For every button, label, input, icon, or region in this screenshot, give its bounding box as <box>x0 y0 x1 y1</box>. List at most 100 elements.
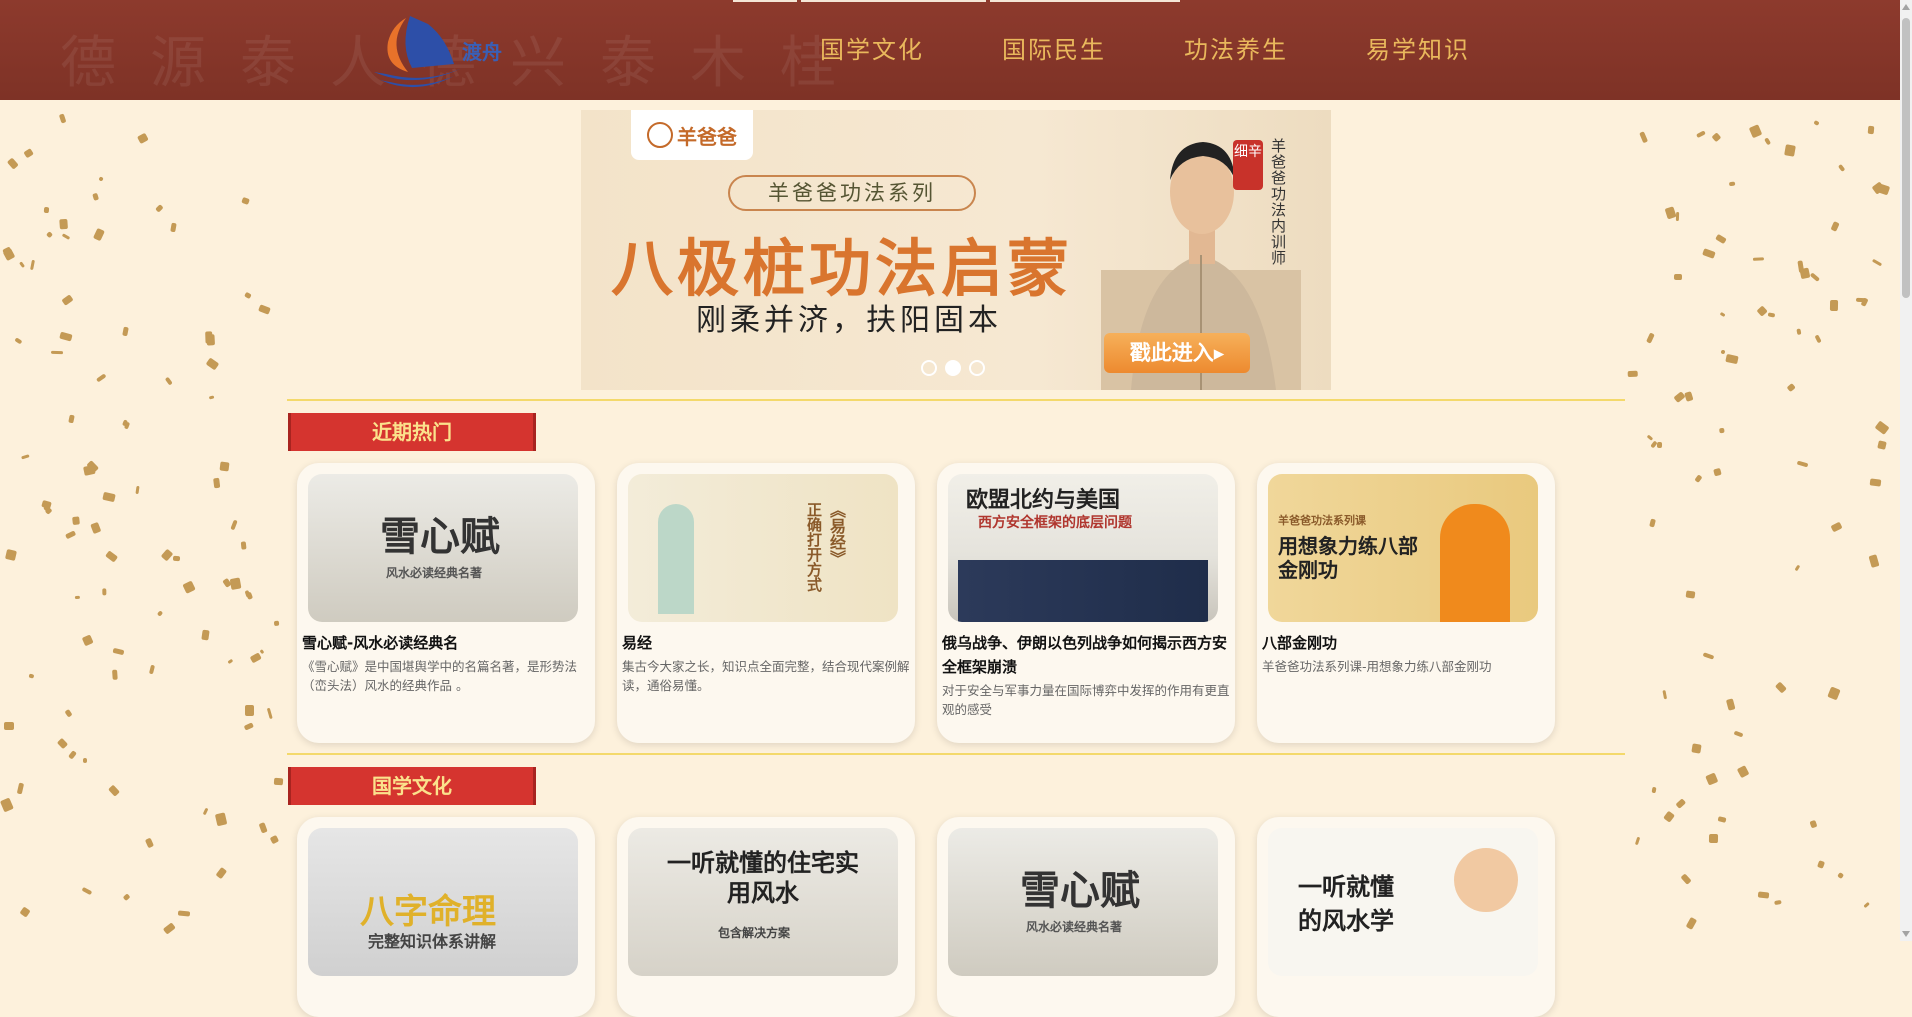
speck <box>104 550 118 563</box>
course-card[interactable]: 雪心赋 风水必读经典名著 雪心赋-风水必读经典名 《雪心赋》是中国堪舆学中的名篇… <box>297 463 595 743</box>
speck <box>64 708 73 718</box>
speck <box>1725 353 1739 364</box>
speck <box>19 906 31 918</box>
speck <box>1645 332 1655 344</box>
speck <box>229 577 242 591</box>
carousel-dot-1[interactable] <box>921 360 937 376</box>
speck <box>182 580 196 594</box>
speck <box>1827 686 1842 701</box>
course-title[interactable]: 雪心赋-风水必读经典名 <box>302 631 592 655</box>
nav-item-gongfa[interactable]: 功法养生 <box>1184 30 1288 70</box>
speck <box>1816 860 1825 870</box>
speck <box>68 414 76 424</box>
speck <box>1711 132 1722 142</box>
speck <box>1673 274 1682 280</box>
speck <box>1705 772 1719 786</box>
main-nav: 国学文化 国际民生 功法养生 易学知识 <box>820 30 1548 70</box>
speck <box>258 303 272 315</box>
speck <box>91 192 99 201</box>
speck <box>214 812 227 826</box>
boat-logo-icon[interactable] <box>366 10 466 90</box>
speck <box>112 648 125 656</box>
nav-item-guoji[interactable]: 国际民生 <box>1002 30 1106 70</box>
thumb-subtitle: 包含解决方案 <box>718 926 791 940</box>
site-header: 德源泰人德兴泰木桂 渡舟 国学文化 国际民生 功法养生 易学知识 <box>0 0 1900 100</box>
course-card[interactable]: 用想象力练八部金刚功 羊爸爸功法系列课 八部金刚功 羊爸爸功法系列课-用想象力练… <box>1257 463 1555 743</box>
scroll-down-arrow-icon[interactable] <box>1902 931 1910 937</box>
speck <box>1863 901 1871 909</box>
course-thumbnail: 用想象力练八部金刚功 羊爸爸功法系列课 <box>1268 474 1538 622</box>
speck <box>258 822 268 835</box>
speck <box>155 203 164 213</box>
thumb-sun <box>1454 848 1518 912</box>
thumb-subtitle: 完整知识体系讲解 <box>368 932 497 951</box>
speck <box>240 540 247 550</box>
speck <box>201 629 210 640</box>
banner-subtitle: 刚柔并济，扶阳固本 <box>696 303 1002 338</box>
speck <box>1753 257 1764 262</box>
banner-enter-button[interactable]: 戳此进入▸ <box>1104 333 1250 373</box>
speck <box>6 157 19 169</box>
nav-item-guoxue[interactable]: 国学文化 <box>820 30 924 70</box>
speck <box>213 477 220 489</box>
speck <box>45 230 53 238</box>
course-title[interactable]: 八部金刚功 <box>1262 631 1552 655</box>
speck <box>1767 312 1776 318</box>
speck <box>1694 474 1703 483</box>
speck <box>1830 521 1843 533</box>
speck <box>1728 181 1736 187</box>
speck <box>1773 900 1782 906</box>
nav-item-yixue[interactable]: 易学知识 <box>1366 30 1470 70</box>
speck <box>1867 125 1874 134</box>
speck <box>21 454 30 460</box>
thumb-figure <box>658 504 694 614</box>
speck <box>1735 765 1749 779</box>
speck <box>178 910 191 917</box>
course-card[interactable]: 《易经》 正确打开方式 易经 集古今大家之长，知识点全面完整，结合现代案例解读，… <box>617 463 915 743</box>
speck <box>1877 440 1887 450</box>
scrollbar-thumb[interactable] <box>1902 18 1910 298</box>
course-card[interactable]: 八字命理 完整知识体系讲解 <box>297 817 595 1017</box>
logo-text[interactable]: 渡舟 <box>462 36 502 65</box>
speck <box>95 373 107 384</box>
carousel-dot-3[interactable] <box>969 360 985 376</box>
speck <box>1874 420 1890 436</box>
course-card[interactable]: 一听就懂的风水学 <box>1257 817 1555 1017</box>
speck <box>1639 131 1649 144</box>
course-card[interactable]: 欧盟北约与美国 西方安全框架的底层问题 俄乌战争、伊朗以色列战争如何揭示西方安全… <box>937 463 1235 743</box>
speck <box>1657 441 1663 449</box>
speck <box>249 652 262 664</box>
speck <box>4 549 18 562</box>
speck <box>209 395 215 401</box>
speck <box>1662 811 1675 824</box>
speck <box>14 337 23 345</box>
promo-banner[interactable]: 羊爸爸 羊爸爸功法系列 八极桩功法启蒙 刚柔并济，扶阳固本 细辛 羊爸爸功法内训… <box>581 110 1331 390</box>
page-scrollbar[interactable] <box>1900 0 1912 941</box>
speck <box>1814 334 1822 344</box>
scroll-up-arrow-icon[interactable] <box>1902 4 1910 10</box>
speck <box>74 595 80 599</box>
speck <box>269 835 279 845</box>
speck <box>243 722 255 732</box>
course-card[interactable]: 雪心赋 风水必读经典名著 <box>937 817 1235 1017</box>
thumb-title: 八字命理 <box>360 892 496 932</box>
speck <box>163 922 176 935</box>
thumb-instructor <box>1440 504 1510 622</box>
banner-vertical-title: 羊爸爸功法内训师 <box>1271 137 1287 267</box>
speck <box>1877 183 1890 195</box>
speck <box>1836 872 1844 880</box>
speck <box>1795 564 1801 571</box>
speck <box>1664 206 1677 220</box>
speck <box>205 357 220 371</box>
speck <box>1680 873 1692 885</box>
course-title[interactable]: 易经 <box>622 631 912 655</box>
course-thumbnail: 一听就懂的住宅实用风水 包含解决方案 <box>628 828 898 976</box>
top-tab-lines <box>733 0 1180 2</box>
course-title[interactable]: 俄乌战争、伊朗以色列战争如何揭示西方安全框架崩溃 <box>942 631 1232 679</box>
course-card[interactable]: 一听就懂的住宅实用风水 包含解决方案 <box>617 817 915 1017</box>
section-title-guoxue: 国学文化 <box>288 767 536 805</box>
speck <box>1702 652 1715 660</box>
speck <box>227 658 233 664</box>
carousel-dot-2[interactable] <box>945 360 961 376</box>
speck <box>1830 220 1841 232</box>
